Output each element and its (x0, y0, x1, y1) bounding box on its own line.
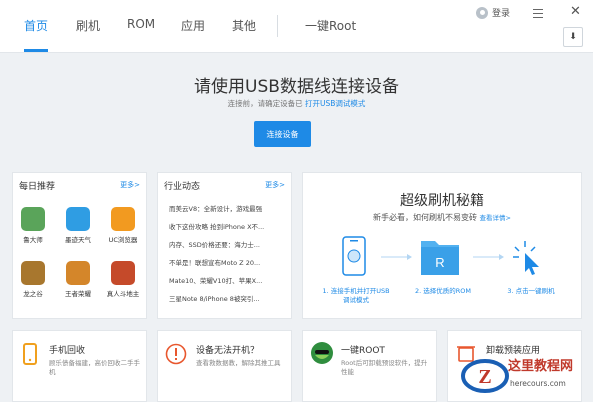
flash-guide-subtitle-text: 新手必看，如何刷机不易变砖 (373, 213, 477, 222)
hero-subtitle: 连接前，请确定设备已 打开USB调试模式 (0, 98, 593, 109)
step-3-caption: 3. 点击一键刷机 (507, 287, 555, 295)
tab-one-key-root[interactable]: 一键Root (305, 17, 356, 34)
landlord-game-icon (111, 261, 135, 285)
news-more-link[interactable]: 更多> (265, 180, 285, 190)
svg-text:Z: Z (478, 366, 491, 388)
step-1-caption: 1. 连接手机并打开USB调试模式 (322, 287, 390, 304)
flash-steps-illustration: R (342, 236, 539, 276)
cannot-boot-title: 设备无法开机？ (196, 346, 260, 356)
arrow-icon-2 (473, 254, 504, 260)
honor-of-kings-icon (66, 261, 90, 285)
login-button[interactable]: 登录 (476, 6, 510, 19)
login-label: 登录 (492, 9, 511, 19)
phone-icon (342, 236, 366, 276)
phone-recycle-title: 手机回收 (49, 346, 86, 356)
app-dragon-nest[interactable]: 龙之谷 (15, 261, 51, 298)
connect-device-button[interactable]: 连接设备 (254, 121, 311, 147)
app-name: 真人斗地主 (106, 290, 140, 298)
daily-recommend-title: 每日推荐 (19, 182, 56, 192)
app-moji-weather[interactable]: 墨迹天气 (60, 207, 96, 244)
news-item[interactable]: 三星Note 8/iPhone 8被突引... (169, 293, 260, 303)
rom-folder-icon: R (421, 241, 459, 275)
app-ludashi[interactable]: 鲁大师 (15, 207, 51, 244)
daily-more-link[interactable]: 更多> (120, 180, 140, 190)
dragon-nest-icon (21, 261, 45, 285)
flash-guide-card: 超级刷机秘籍 新手必看，如何刷机不易变砖 查看详情> R 1. 连接手机并打开U… (302, 172, 582, 319)
tab-rom[interactable]: ROM (127, 17, 155, 31)
phone-recycle-icon (23, 343, 37, 365)
news-item[interactable]: Mate10、荣耀V10打、苹果X... (169, 275, 262, 285)
one-key-root-desc: Root后可卸载预设软件，提升性能 (341, 359, 428, 376)
moji-weather-icon (66, 207, 90, 231)
close-icon[interactable]: ✕ (570, 4, 581, 19)
industry-news-card: 行业动态 更多> 而美云V8：全新设计，游戏最强 收下这份攻略 抢到iPhone… (157, 172, 292, 319)
hamburger-menu-icon[interactable] (533, 9, 543, 21)
top-nav-bar: 首页 刷机 ROM 应用 其他 一键Root 登录 ✕ ⬇ (0, 0, 593, 53)
app-name: 墨迹天气 (65, 236, 91, 244)
tab-flash[interactable]: 刷机 (76, 17, 100, 34)
flash-guide-subtitle: 新手必看，如何刷机不易变砖 查看详情> (303, 212, 581, 223)
download-icon: ⬇ (569, 32, 577, 42)
tab-divider (277, 15, 278, 37)
app-name: 龙之谷 (23, 290, 43, 298)
root-android-icon (311, 342, 333, 364)
svg-text:R: R (435, 255, 444, 270)
app-name: UC浏览器 (108, 236, 138, 244)
one-key-root-card[interactable]: 一键ROOT Root后可卸载预设软件，提升性能 (302, 330, 437, 402)
daily-recommend-card: 每日推荐 更多> 鲁大师 墨迹天气 UC浏览器 龙之谷 王者荣耀 真人斗地主 (12, 172, 147, 319)
uc-browser-icon (111, 207, 135, 231)
hero-subtitle-text: 连接前，请确定设备已 (227, 99, 303, 108)
app-landlord[interactable]: 真人斗地主 (105, 261, 141, 298)
active-tab-indicator (24, 49, 48, 52)
step-2-caption: 2. 选择优质的ROM (414, 287, 471, 295)
cannot-boot-desc: 查看救数据教，解除其推工具 (196, 359, 281, 367)
tab-apps[interactable]: 应用 (181, 17, 205, 34)
hero-title: 请使用USB数据线连接设备 (194, 77, 399, 97)
app-name: 王者荣耀 (65, 290, 91, 298)
tab-other[interactable]: 其他 (232, 17, 256, 34)
warning-icon (165, 343, 187, 365)
download-button[interactable]: ⬇ (563, 27, 583, 47)
avatar-icon (476, 6, 488, 19)
news-item[interactable]: 内存、SSD价格还要：海力士... (169, 239, 260, 249)
one-key-root-title: 一键ROOT (341, 346, 385, 356)
watermark-text: 这里教程网 (508, 359, 574, 374)
news-item[interactable]: 收下这份攻略 抢到iPhone X不... (169, 221, 264, 231)
click-cursor-icon (513, 241, 539, 275)
cannot-boot-card[interactable]: 设备无法开机？ 查看救数据教，解除其推工具 (157, 330, 292, 402)
view-details-link[interactable]: 查看详情> (480, 214, 511, 222)
app-uc-browser[interactable]: UC浏览器 (105, 207, 141, 244)
news-item[interactable]: 不单是！联想宣布Moto Z 20... (169, 257, 260, 267)
phone-recycle-card[interactable]: 手机回收 顾乐债备福建，高价回收二手手机 (12, 330, 147, 402)
phone-recycle-desc: 顾乐债备福建，高价回收二手手机 (49, 359, 140, 376)
arrow-icon-1 (381, 254, 412, 260)
ludashi-icon (21, 207, 45, 231)
industry-news-title: 行业动态 (164, 182, 201, 192)
app-honor-of-kings[interactable]: 王者荣耀 (60, 261, 96, 298)
app-name: 鲁大师 (23, 236, 43, 244)
tab-home[interactable]: 首页 (24, 17, 48, 34)
usb-debug-link[interactable]: 打开USB调试模式 (305, 99, 365, 108)
flash-guide-title: 超级刷机秘籍 (400, 193, 484, 209)
news-item[interactable]: 而美云V8：全新设计，游戏最强 (169, 203, 262, 213)
watermark-url: herecours.com (510, 379, 566, 388)
